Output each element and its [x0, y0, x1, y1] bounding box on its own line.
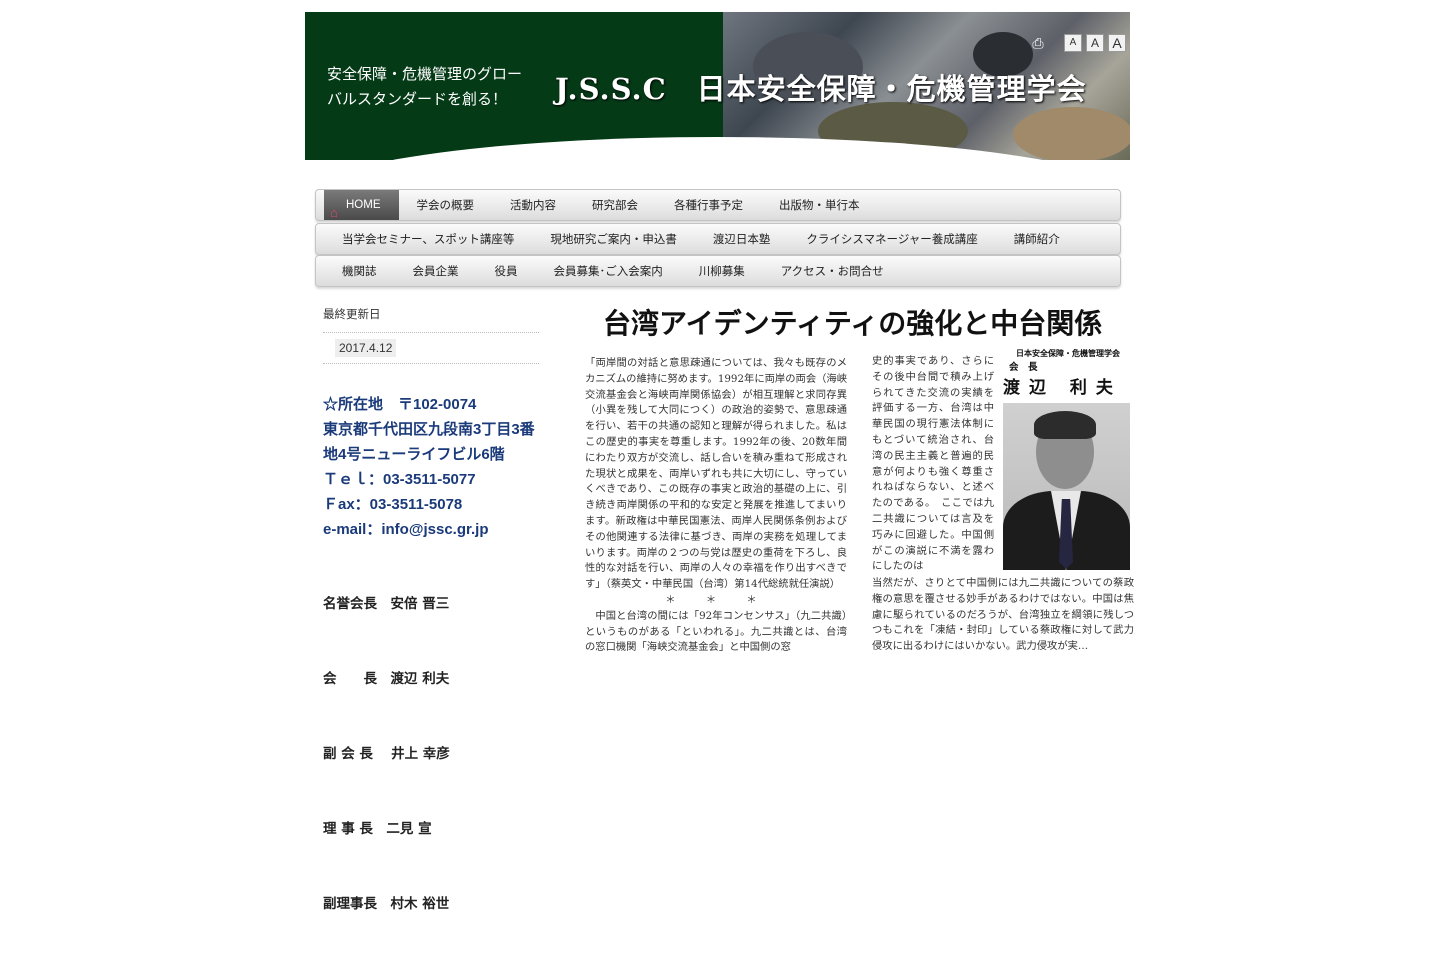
officer-item: 副 会 長 井上 幸彦: [323, 746, 450, 762]
nav-about[interactable]: 学会の概要: [399, 197, 493, 213]
sidebar: 最終更新日 2017.4.12 ☆所在地 〒102-0074 東京都千代田区九段…: [323, 306, 543, 967]
article-paragraph: 「両岸間の対話と意思疎通については、我々も既存のメカニズムの維持に努めます。19…: [585, 357, 848, 591]
article-title: 台湾アイデンティティの強化と中台関係: [603, 307, 1103, 340]
font-size-medium-button[interactable]: A: [1086, 34, 1104, 52]
officers-list: 名誉会長 安倍 晋三 会 長 渡辺 利夫 副 会 長 井上 幸彦 理 事 長 二…: [323, 542, 543, 967]
author-block: 日本安全保障・危機管理学会 会 長 渡辺 利夫: [1003, 348, 1133, 570]
nav-crisis-manager[interactable]: クライシスマネージャー養成講座: [788, 231, 995, 247]
article-column-2: 史的事実であり、さらにその後中台間で積み上げられてきた交流の実績を評価する一方、…: [872, 355, 994, 573]
photo-hair: [1034, 411, 1096, 439]
nav-field-research[interactable]: 現地研究ご案内・申込書: [532, 231, 695, 247]
nav-member-companies[interactable]: 会員企業: [395, 263, 477, 279]
nav-seminars[interactable]: 当学会セミナー、スポット講座等: [316, 231, 532, 247]
last-updated-label: 最終更新日: [323, 309, 381, 321]
officer-item: 名誉会長 安倍 晋三: [323, 596, 450, 612]
header-banner: 安全保障・危機管理のグロー バルスタンダードを創る！ J.S.S.C 日本安全保…: [305, 12, 1130, 160]
tagline-line2: バルスタンダードを創る！: [327, 90, 508, 108]
address-line3: 地4号ニューライフビル6階: [323, 446, 505, 463]
email-address[interactable]: e-mail：info@jssc.gr.jp: [323, 517, 543, 542]
officer-item: 理 事 長 二見 宣: [323, 821, 432, 837]
printer-icon[interactable]: ⎙: [1030, 35, 1046, 51]
contact-info: ☆所在地 〒102-0074 東京都千代田区九段南3丁目3番 地4号ニューライフ…: [323, 392, 543, 542]
nav-events[interactable]: 各種行事予定: [656, 197, 761, 213]
tagline-line1: 安全保障・危機管理のグロー: [327, 65, 523, 83]
last-updated-date: 2017.4.12: [335, 339, 397, 357]
font-size-small-button[interactable]: A: [1064, 34, 1082, 52]
author-role: 会 長: [1009, 362, 1038, 373]
last-updated-box: 2017.4.12: [323, 332, 539, 364]
nav-publications[interactable]: 出版物・単行本: [761, 197, 878, 213]
address-line1: ☆所在地 〒102-0074: [323, 396, 477, 413]
address-line2: 東京都千代田区九段南3丁目3番: [323, 421, 535, 438]
main-nav-row2: 当学会セミナー、スポット講座等 現地研究ご案内・申込書 渡辺日本塾 クライシスマ…: [315, 223, 1121, 255]
article-column-1: 「両岸間の対話と意思疎通については、我々も既存のメカニズムの維持に努めます。19…: [585, 356, 847, 656]
nav-journal[interactable]: 機関誌: [316, 263, 395, 279]
nav-home-label: HOME: [346, 199, 381, 211]
font-size-large-button[interactable]: A: [1108, 34, 1126, 52]
nav-senryu[interactable]: 川柳募集: [681, 263, 763, 279]
nav-activities[interactable]: 活動内容: [492, 197, 574, 213]
article-paragraph: 中国と台湾の間には「92年コンセンサス」（九二共識）というものがある「といわれる…: [585, 609, 847, 654]
header-tagline: 安全保障・危機管理のグロー バルスタンダードを創る！: [327, 62, 537, 112]
nav-home[interactable]: ⌂ HOME: [324, 190, 399, 220]
officer-item: 副理事長 村木 裕世: [323, 896, 450, 912]
article-separator: ＊ ＊ ＊: [665, 593, 767, 606]
fax-number: Ｆax：03-3511-5078: [323, 496, 463, 513]
nav-officers[interactable]: 役員: [477, 263, 536, 279]
nav-research[interactable]: 研究部会: [574, 197, 656, 213]
nav-lecturers[interactable]: 講師紹介: [996, 231, 1078, 247]
nav-membership[interactable]: 会員募集･ご入会案内: [536, 263, 681, 279]
nav-watanabe-juku[interactable]: 渡辺日本塾: [695, 231, 789, 247]
author-org: 日本安全保障・危機管理学会: [1016, 348, 1120, 358]
nav-access-contact[interactable]: アクセス・お問合せ: [763, 263, 902, 279]
author-photo: [1003, 403, 1130, 570]
author-name: 渡辺 利夫: [1003, 378, 1122, 398]
officer-item: 会 長 渡辺 利夫: [323, 671, 450, 687]
main-nav-row3: 機関誌 会員企業 役員 会員募集･ご入会案内 川柳募集 アクセス・お問合せ: [315, 255, 1121, 287]
site-title: J.S.S.C 日本安全保障・危機管理学会: [555, 72, 1087, 106]
article-column-3: 当然だが、さりとて中国側には九二共識についての蔡政権の意思を覆させる妙手があるわ…: [872, 577, 1134, 653]
main-nav-row1: ⌂ HOME 学会の概要 活動内容 研究部会 各種行事予定 出版物・単行本: [315, 189, 1121, 221]
tel-number: Ｔｅｌ：03-3511-5077: [323, 471, 476, 488]
header-tools: ⎙ A A A: [1030, 34, 1126, 52]
